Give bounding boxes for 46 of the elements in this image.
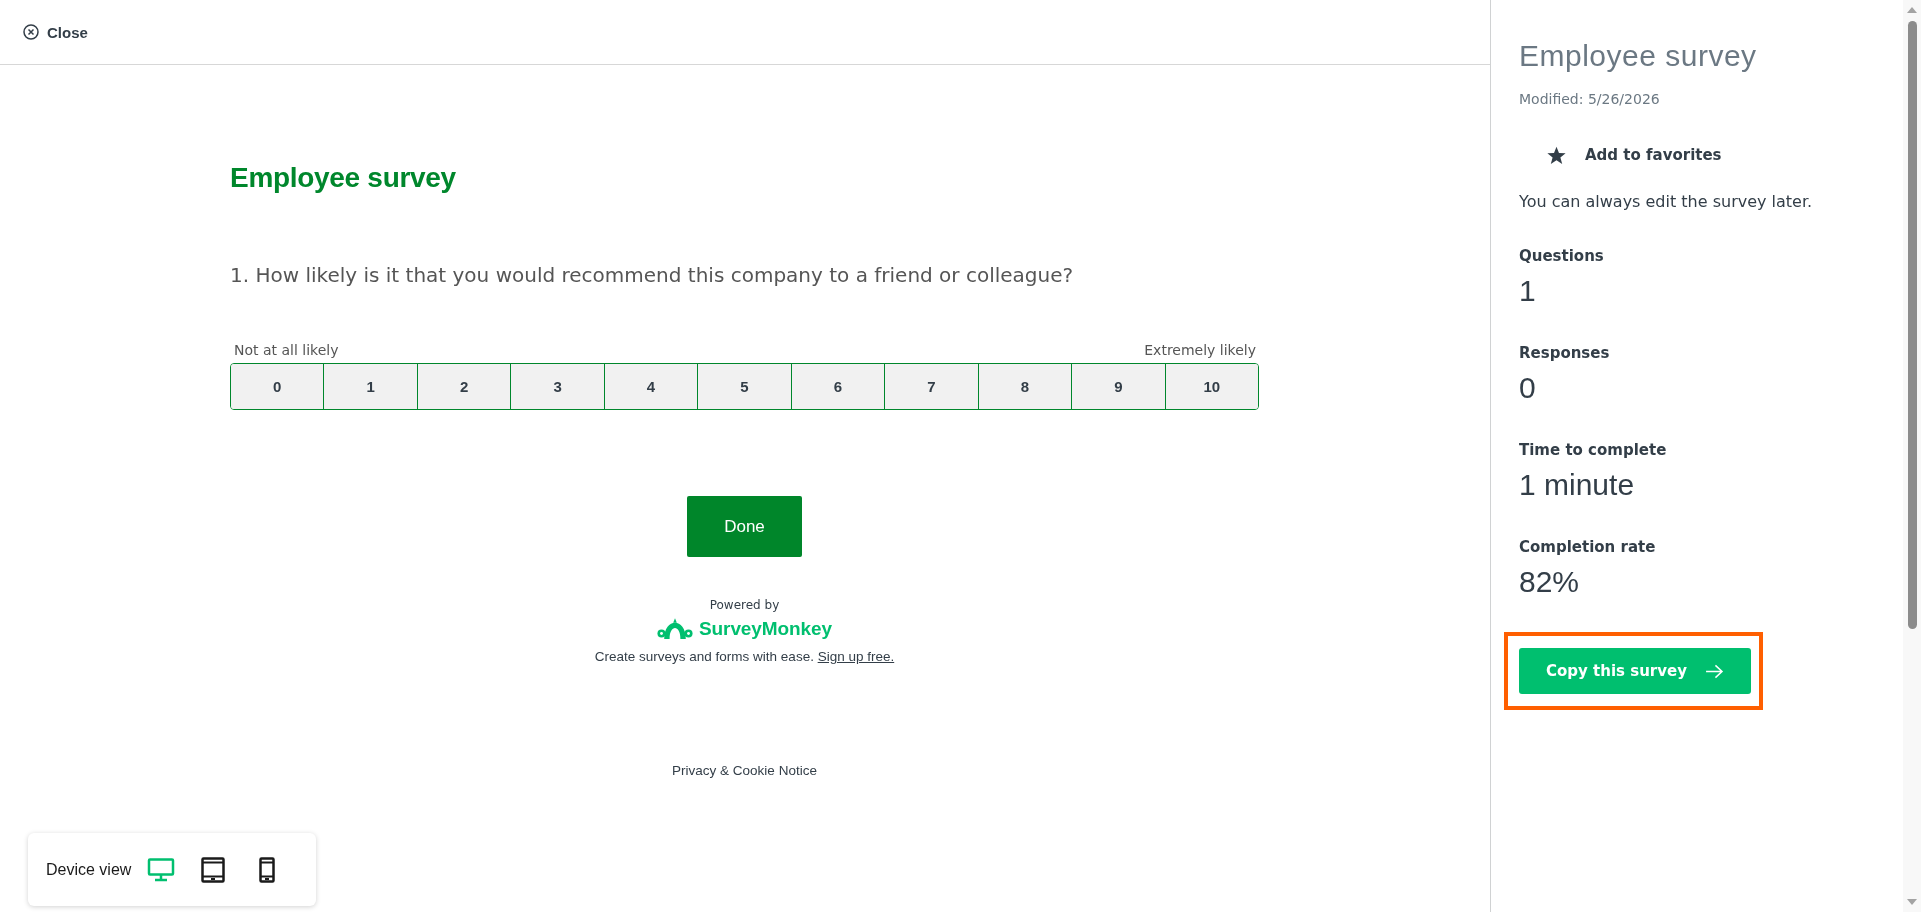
stat-label: Completion rate	[1519, 538, 1657, 556]
rating-option[interactable]: 1	[323, 364, 417, 409]
scale-max-label: Extremely likely	[1144, 341, 1256, 359]
done-button[interactable]: Done	[687, 496, 802, 557]
close-button[interactable]: Close	[21, 21, 90, 43]
arrow-right-icon	[1704, 663, 1724, 679]
survey-title: Employee survey	[230, 163, 457, 193]
device-view-label: Device view	[46, 860, 132, 879]
stat-value: 1 minute	[1519, 468, 1636, 502]
logo-icon	[657, 617, 694, 641]
rating-option[interactable]: 9	[1071, 364, 1165, 409]
rating-option[interactable]: 0	[231, 364, 324, 409]
stat-value: 0	[1519, 371, 1537, 405]
stat-label: Questions	[1519, 247, 1605, 265]
tablet-icon[interactable]	[201, 856, 226, 883]
scrollbar[interactable]	[1903, 0, 1921, 912]
rating-option[interactable]: 10	[1164, 364, 1258, 409]
rating-option[interactable]: 7	[884, 364, 978, 409]
add-to-favorites-button[interactable]: Add to favorites	[1547, 145, 1722, 165]
scale-min-label: Not at all likely	[234, 341, 339, 359]
stat-label: Time to complete	[1519, 441, 1668, 459]
stat-value: 1	[1519, 274, 1537, 308]
rating-option[interactable]: 8	[977, 364, 1072, 409]
phone-icon[interactable]	[259, 856, 276, 883]
stat-value: 82%	[1519, 565, 1581, 599]
rating-option[interactable]: 2	[416, 364, 511, 409]
edit-note: You can always edit the survey later.	[1519, 192, 1814, 212]
signup-link[interactable]: Sign up free.	[817, 649, 895, 664]
modified-date: Modified: 5/26/2026	[1519, 91, 1661, 108]
stat-label: Responses	[1519, 344, 1611, 362]
scroll-up-icon[interactable]	[1907, 7, 1917, 13]
scrollbar-thumb[interactable]	[1907, 21, 1917, 629]
rating-option[interactable]: 4	[603, 364, 698, 409]
rating-option[interactable]: 5	[697, 364, 791, 409]
brand-name: SurveyMonkey	[699, 618, 832, 640]
question-text: 1. How likely is it that you would recommend this company to a friend or colleague?	[230, 262, 1075, 288]
powered-by-text: Powered by	[709, 597, 780, 613]
privacy-link[interactable]: Privacy & Cookie Notice	[672, 762, 817, 779]
rating-option[interactable]: 3	[510, 364, 604, 409]
scroll-down-icon[interactable]	[1907, 899, 1917, 905]
close-icon	[23, 24, 39, 40]
panel-title: Employee survey	[1519, 38, 1758, 74]
tagline-text: Create surveys and forms with ease. Sign up free.	[594, 648, 895, 665]
monitor-icon[interactable]	[147, 857, 176, 882]
rating-option[interactable]: 6	[790, 364, 885, 409]
star-icon	[1547, 145, 1566, 165]
